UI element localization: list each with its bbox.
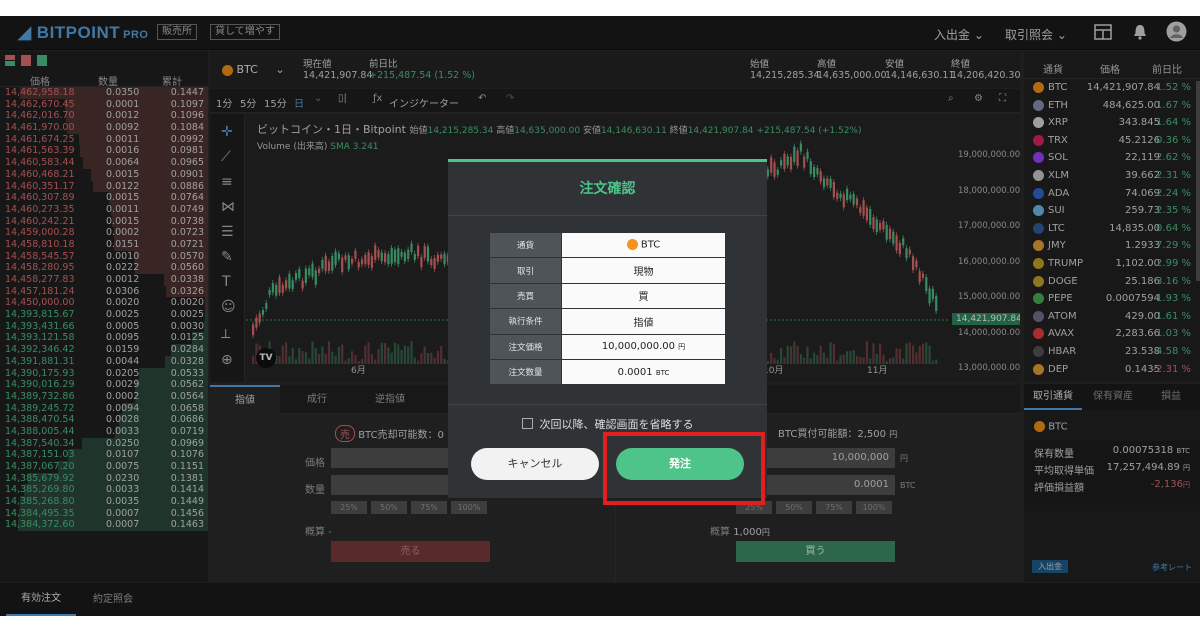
skip-confirm-checkbox[interactable] [521, 418, 533, 429]
summary-row-qty: 注文数量 0.0001 BTC [489, 358, 726, 386]
summary-row-trade: 取引 現物 [489, 257, 726, 284]
summary-qty-value: 0.0001 [617, 366, 653, 378]
highlight-box [603, 432, 765, 505]
summary-key: 注文数量 [489, 358, 562, 386]
summary-key: 注文価格 [489, 333, 562, 360]
summary-key: 通貨 [489, 231, 562, 259]
summary-row-coin: 通貨 BTC [489, 231, 726, 259]
summary-key: 取引 [489, 257, 562, 284]
cancel-button[interactable]: キャンセル [471, 448, 599, 480]
order-summary-table: 通貨 BTC 取引 現物 売買買 執行条件 指値 注文価格 10,000,000.00… [489, 231, 726, 386]
summary-row-price: 注文価格 10,000,000.00 円 [489, 333, 726, 360]
summary-row-condition: 執行条件 指値 [489, 308, 726, 335]
summary-value: 10,000,000.00 円 [561, 333, 726, 360]
summary-price-value: 10,000,000.00 [601, 341, 675, 353]
btc-icon [626, 239, 638, 251]
summary-coin-value: BTC [640, 239, 661, 251]
summary-key: 売買 [489, 282, 562, 310]
summary-key: 執行条件 [489, 308, 562, 335]
app-window: ◢ BITPOINT PRO 販売所 貸して増やす 入出金 ⌄ 取引照会 ⌄ 価格… [0, 16, 1200, 616]
skip-confirm-option[interactable]: 次回以降、確認画面を省略する [448, 404, 767, 432]
summary-value: BTC [561, 231, 726, 259]
summary-price-unit: 円 [678, 343, 686, 352]
summary-value: 0.0001 BTC [561, 358, 726, 386]
summary-value: 現物 [561, 257, 726, 284]
summary-value: 買 [561, 282, 726, 310]
summary-row-side: 売買買 [489, 282, 726, 310]
summary-qty-unit: BTC [655, 368, 670, 377]
summary-value: 指値 [561, 308, 726, 335]
dialog-title: 注文確認 [448, 162, 767, 216]
skip-confirm-label: 次回以降、確認画面を省略する [539, 418, 694, 431]
